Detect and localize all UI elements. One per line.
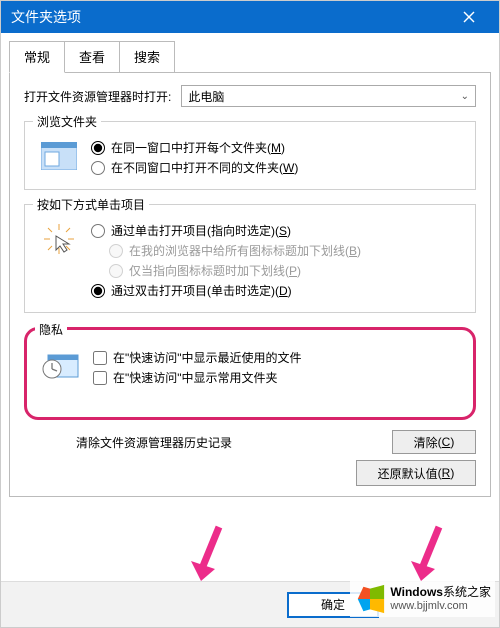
option-underline-all: 在我的浏览器中给所有图标标题加下划线(B) — [109, 242, 461, 259]
tab-search[interactable]: 搜索 — [119, 41, 175, 73]
annotation-arrow-ok — [179, 525, 237, 589]
option-double-click[interactable]: 通过双击打开项目(单击时选定)(D) — [91, 282, 461, 299]
click-items-group: 按如下方式单击项目 — [24, 204, 476, 313]
option-underline-all-label: 在我的浏览器中给所有图标标题加下划线(B) — [129, 242, 361, 259]
checkbox-recent-files[interactable] — [93, 351, 107, 365]
checkbox-frequent-folders[interactable] — [93, 371, 107, 385]
browse-folders-title: 浏览文件夹 — [33, 113, 101, 130]
tab-row: 常规 查看 搜索 — [1, 33, 499, 73]
option-single-click[interactable]: 通过单击打开项目(指向时选定)(S) — [91, 222, 461, 239]
open-with-value: 此电脑 — [188, 88, 224, 105]
option-single-click-label: 通过单击打开项目(指向时选定)(S) — [111, 222, 291, 239]
radio-same-window[interactable] — [91, 141, 105, 155]
cursor-burst-icon — [42, 222, 76, 256]
annotation-arrow-right — [399, 525, 457, 589]
radio-new-window[interactable] — [91, 161, 105, 175]
click-items-title: 按如下方式单击项目 — [33, 196, 149, 213]
close-icon — [463, 11, 475, 23]
radio-underline-point — [109, 264, 123, 278]
option-same-window-label: 在同一窗口中打开每个文件夹(M) — [111, 139, 285, 156]
browse-icon — [39, 136, 79, 176]
browse-folders-group: 浏览文件夹 在同一窗口中打开每个文件夹(M) — [24, 121, 476, 190]
option-frequent-folders[interactable]: 在"快速访问"中显示常用文件夹 — [93, 369, 459, 386]
radio-single-click[interactable] — [91, 224, 105, 238]
option-frequent-folders-label: 在"快速访问"中显示常用文件夹 — [113, 369, 278, 386]
watermark-site: 系统之家 — [443, 585, 491, 599]
restore-row: 还原默认值(R) — [24, 460, 476, 486]
tab-content: 打开文件资源管理器时打开: 此电脑 ⌄ 浏览文件夹 — [9, 72, 491, 497]
title-bar: 文件夹选项 — [1, 1, 499, 33]
open-with-select[interactable]: 此电脑 ⌄ — [181, 85, 476, 107]
click-icon — [39, 219, 79, 259]
radio-underline-all — [109, 244, 123, 258]
windows-logo-icon — [354, 583, 386, 615]
window-icon — [41, 142, 77, 170]
option-double-click-label: 通过双击打开项目(单击时选定)(D) — [111, 282, 292, 299]
option-new-window-label: 在不同窗口中打开不同的文件夹(W) — [111, 159, 298, 176]
close-button[interactable] — [449, 1, 489, 33]
clear-history-row: 清除文件资源管理器历史记录 清除(C) — [76, 430, 476, 454]
watermark: Windows系统之家 www.bjjmlv.com — [350, 581, 495, 617]
privacy-title: 隐私 — [35, 321, 67, 338]
option-new-window[interactable]: 在不同窗口中打开不同的文件夹(W) — [91, 159, 461, 176]
clear-history-label: 清除文件资源管理器历史记录 — [76, 434, 382, 451]
open-with-label: 打开文件资源管理器时打开: — [24, 88, 171, 105]
option-recent-files-label: 在"快速访问"中显示最近使用的文件 — [113, 349, 302, 366]
restore-defaults-button[interactable]: 还原默认值(R) — [356, 460, 476, 486]
window-title: 文件夹选项 — [11, 7, 81, 27]
tab-general[interactable]: 常规 — [9, 41, 65, 73]
option-recent-files[interactable]: 在"快速访问"中显示最近使用的文件 — [93, 349, 459, 366]
history-window-icon — [42, 351, 80, 381]
privacy-icon — [41, 346, 81, 386]
option-underline-point-label: 仅当指向图标标题时加下划线(P) — [129, 262, 301, 279]
open-with-row: 打开文件资源管理器时打开: 此电脑 ⌄ — [24, 85, 476, 107]
chevron-down-icon: ⌄ — [461, 91, 469, 102]
privacy-group: 隐私 — [24, 327, 476, 420]
tab-view[interactable]: 查看 — [64, 41, 120, 73]
clear-button[interactable]: 清除(C) — [392, 430, 476, 454]
watermark-url: www.bjjmlv.com — [390, 600, 491, 613]
radio-double-click[interactable] — [91, 284, 105, 298]
option-underline-point: 仅当指向图标标题时加下划线(P) — [109, 262, 461, 279]
option-same-window[interactable]: 在同一窗口中打开每个文件夹(M) — [91, 139, 461, 156]
watermark-brand: Windows — [390, 585, 443, 599]
